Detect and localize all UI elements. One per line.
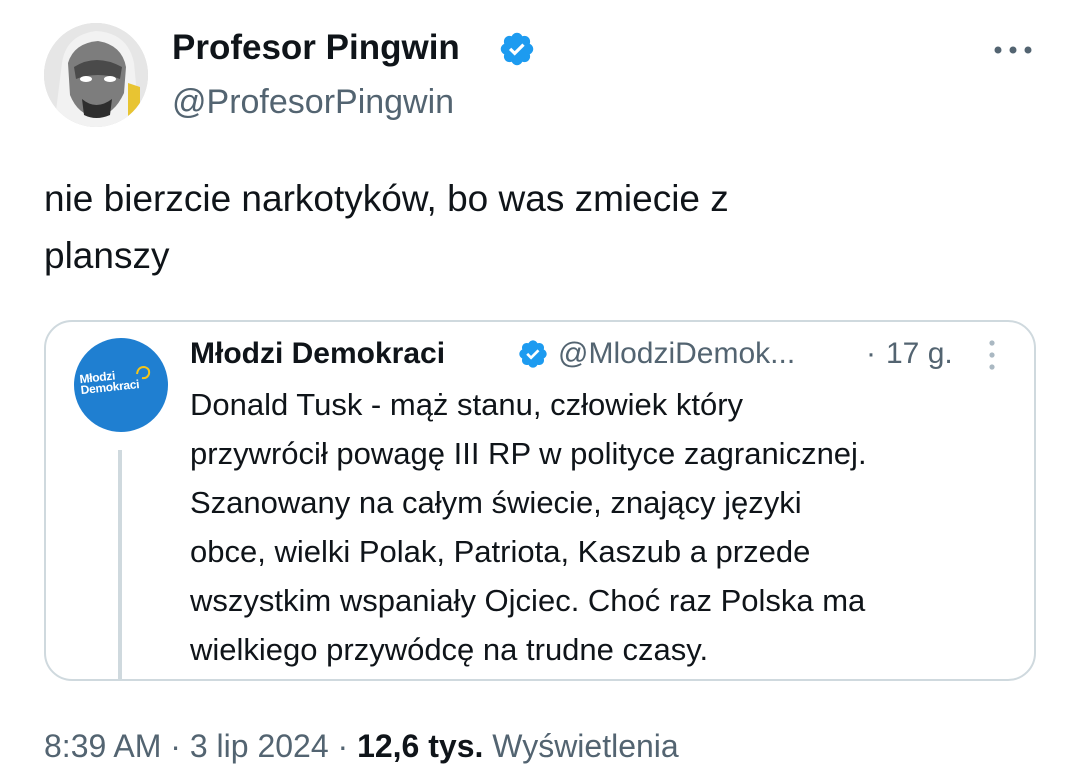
author-handle[interactable]: @ProfesorPingwin — [172, 80, 454, 124]
verified-badge-icon — [498, 30, 536, 68]
more-vertical-icon[interactable] — [984, 338, 1000, 372]
quoted-tweet-card[interactable]: Młodzi Demokraci Młodzi Demokraci @Mlodz… — [44, 320, 1036, 681]
quoted-author-handle[interactable]: @MlodziDemok... — [558, 334, 795, 374]
views-count: 12,6 tys. — [357, 728, 484, 764]
more-horizontal-icon[interactable] — [990, 30, 1036, 70]
tweet-meta: 8:39 AM · 3 lip 2024 · 12,6 tys. Wyświet… — [44, 724, 679, 768]
tweet-text: nie bierzcie narkotyków, bo was zmiecie … — [44, 178, 729, 276]
views-label: Wyświetlenia — [483, 728, 679, 764]
dot-separator: · — [328, 728, 358, 764]
quoted-author-avatar[interactable]: Młodzi Demokraci — [74, 338, 168, 432]
quoted-timestamp[interactable]: 17 g. — [886, 334, 953, 374]
dot-separator: · — [866, 337, 876, 370]
author-avatar[interactable] — [44, 23, 148, 127]
logo-swirl-icon — [136, 365, 151, 380]
quoted-tweet-text: Donald Tusk - mąż stanu, człowiek który … — [190, 387, 867, 667]
verified-badge-icon — [517, 338, 549, 370]
tweet-date[interactable]: 3 lip 2024 — [190, 728, 329, 764]
tweet-time[interactable]: 8:39 AM — [44, 728, 161, 764]
dot-separator: · — [161, 728, 190, 764]
thread-line — [118, 450, 122, 679]
author-name[interactable]: Profesor Pingwin — [172, 26, 460, 70]
quoted-author-name[interactable]: Młodzi Demokraci — [190, 334, 445, 374]
